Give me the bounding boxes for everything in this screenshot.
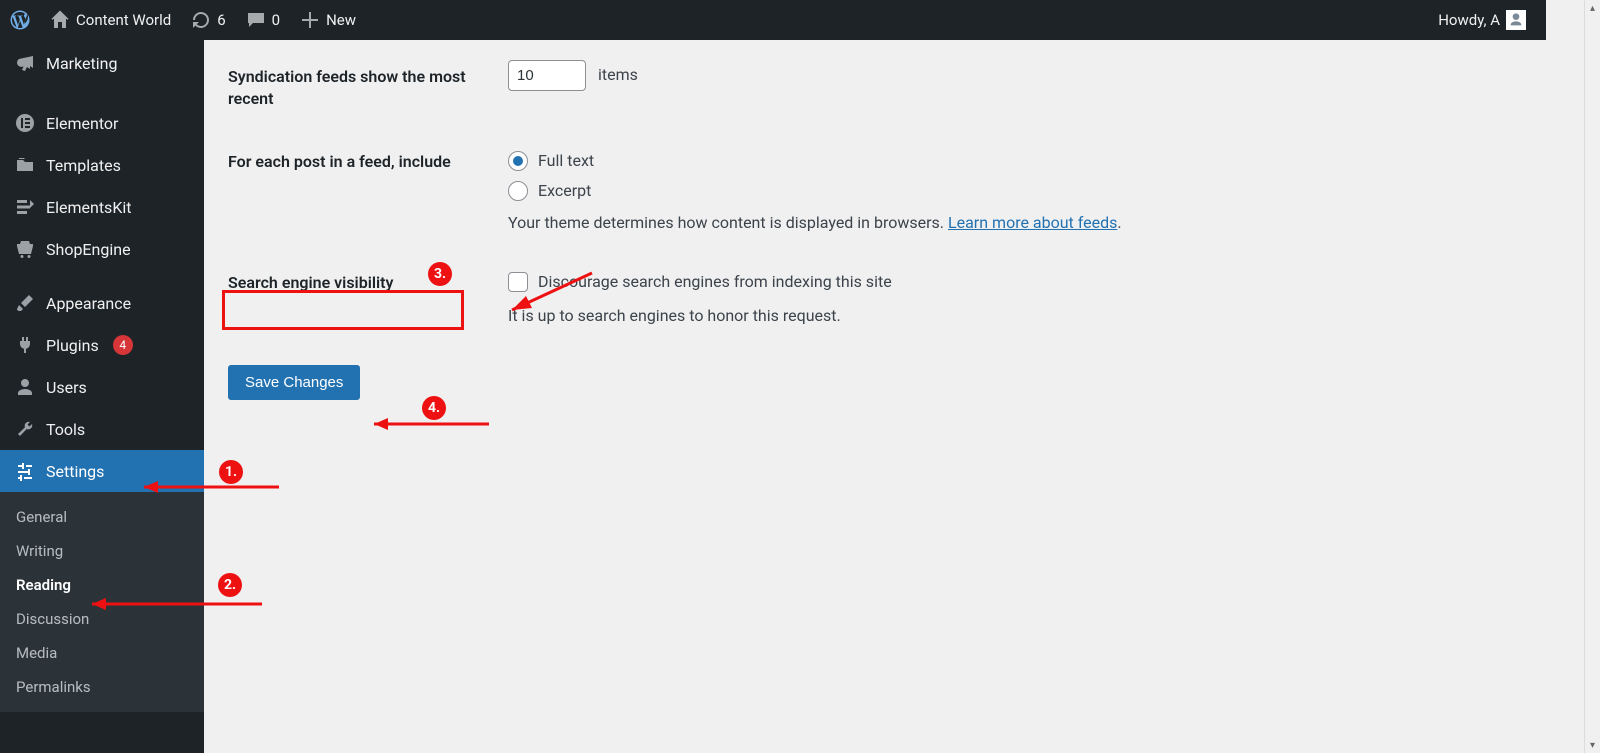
howdy-label: Howdy, A bbox=[1438, 11, 1500, 29]
admin-sidebar: Marketing Elementor Templates ElementsKi… bbox=[0, 40, 204, 753]
feed-include-label: For each post in a feed, include bbox=[228, 151, 508, 173]
plus-icon bbox=[300, 10, 320, 30]
site-name-link[interactable]: Content World bbox=[40, 0, 181, 40]
sidebar-item-plugins[interactable]: Plugins 4 bbox=[0, 324, 204, 366]
home-icon bbox=[50, 10, 70, 30]
wrench-icon bbox=[14, 418, 36, 440]
submenu-writing[interactable]: Writing bbox=[0, 534, 204, 568]
radio-excerpt-label: Excerpt bbox=[538, 181, 591, 200]
comment-icon bbox=[246, 10, 266, 30]
wordpress-icon bbox=[10, 10, 30, 30]
submenu-reading[interactable]: Reading bbox=[0, 568, 204, 602]
comments-count: 0 bbox=[272, 11, 280, 29]
learn-more-feeds-link[interactable]: Learn more about feeds bbox=[948, 213, 1117, 232]
sliders-icon bbox=[14, 460, 36, 482]
settings-submenu: General Writing Reading Discussion Media… bbox=[0, 492, 204, 712]
sidebar-item-appearance[interactable]: Appearance bbox=[0, 282, 204, 324]
scrollbar-up-icon[interactable]: ▴ bbox=[1585, 0, 1600, 16]
feeds-recent-label: Syndication feeds show the most recent bbox=[228, 60, 508, 111]
updates-link[interactable]: 6 bbox=[181, 0, 235, 40]
feed-desc-prefix: Your theme determines how content is dis… bbox=[508, 213, 948, 232]
feeds-recent-unit: items bbox=[598, 65, 638, 84]
elementor-icon bbox=[14, 112, 36, 134]
vertical-scrollbar[interactable]: ▴ ▾ bbox=[1584, 0, 1600, 753]
search-visibility-note: It is up to search engines to honor this… bbox=[508, 306, 1522, 325]
folder-icon bbox=[14, 154, 36, 176]
megaphone-icon bbox=[14, 52, 36, 74]
discourage-checkbox[interactable] bbox=[508, 272, 528, 292]
search-visibility-label: Search engine visibility bbox=[228, 272, 508, 294]
update-icon bbox=[191, 10, 211, 30]
sidebar-item-label: Templates bbox=[46, 156, 121, 175]
radio-full-text[interactable] bbox=[508, 151, 528, 171]
site-name-label: Content World bbox=[76, 11, 171, 29]
elementskit-icon bbox=[14, 196, 36, 218]
save-changes-button[interactable]: Save Changes bbox=[228, 365, 360, 400]
submenu-general[interactable]: General bbox=[0, 500, 204, 534]
sidebar-item-marketing[interactable]: Marketing bbox=[0, 40, 204, 90]
my-account-link[interactable]: Howdy, A bbox=[1428, 0, 1536, 40]
submenu-permalinks[interactable]: Permalinks bbox=[0, 670, 204, 704]
sidebar-item-elementskit[interactable]: ElementsKit bbox=[0, 186, 204, 228]
sidebar-item-elementor[interactable]: Elementor bbox=[0, 102, 204, 144]
sidebar-item-label: ShopEngine bbox=[46, 240, 131, 259]
new-label: New bbox=[326, 11, 356, 29]
sidebar-item-templates[interactable]: Templates bbox=[0, 144, 204, 186]
sidebar-item-tools[interactable]: Tools bbox=[0, 408, 204, 450]
user-icon bbox=[14, 376, 36, 398]
radio-full-text-label: Full text bbox=[538, 151, 594, 170]
settings-reading-page: Syndication feeds show the most recent i… bbox=[204, 40, 1546, 753]
sidebar-item-label: Plugins bbox=[46, 336, 99, 355]
plugins-update-badge: 4 bbox=[113, 335, 133, 355]
sidebar-item-label: Users bbox=[46, 378, 87, 397]
admin-bar: Content World 6 0 New Howdy, A bbox=[0, 0, 1546, 40]
sidebar-item-label: Settings bbox=[46, 462, 104, 481]
feeds-recent-input[interactable] bbox=[508, 60, 586, 91]
sidebar-item-label: ElementsKit bbox=[46, 198, 131, 217]
plug-icon bbox=[14, 334, 36, 356]
sidebar-item-settings[interactable]: Settings bbox=[0, 450, 204, 492]
row-feed-include: For each post in a feed, include Full te… bbox=[228, 151, 1522, 232]
row-search-visibility: Search engine visibility Discourage sear… bbox=[228, 272, 1522, 325]
sidebar-item-label: Appearance bbox=[46, 294, 131, 313]
row-syndication-feeds: Syndication feeds show the most recent i… bbox=[228, 60, 1522, 111]
sidebar-item-shopengine[interactable]: ShopEngine bbox=[0, 228, 204, 270]
submenu-discussion[interactable]: Discussion bbox=[0, 602, 204, 636]
wp-logo[interactable] bbox=[0, 0, 40, 40]
comments-link[interactable]: 0 bbox=[236, 0, 290, 40]
avatar-icon bbox=[1506, 10, 1526, 30]
brush-icon bbox=[14, 292, 36, 314]
sidebar-item-label: Marketing bbox=[46, 54, 117, 73]
radio-excerpt[interactable] bbox=[508, 181, 528, 201]
new-content-link[interactable]: New bbox=[290, 0, 366, 40]
sidebar-item-label: Elementor bbox=[46, 114, 118, 133]
feed-desc-suffix: . bbox=[1117, 213, 1121, 232]
cart-icon bbox=[14, 238, 36, 260]
scrollbar-down-icon[interactable]: ▾ bbox=[1585, 737, 1600, 753]
sidebar-item-users[interactable]: Users bbox=[0, 366, 204, 408]
submenu-media[interactable]: Media bbox=[0, 636, 204, 670]
sidebar-item-label: Tools bbox=[46, 420, 85, 439]
updates-count: 6 bbox=[217, 11, 225, 29]
discourage-label: Discourage search engines from indexing … bbox=[538, 272, 892, 291]
